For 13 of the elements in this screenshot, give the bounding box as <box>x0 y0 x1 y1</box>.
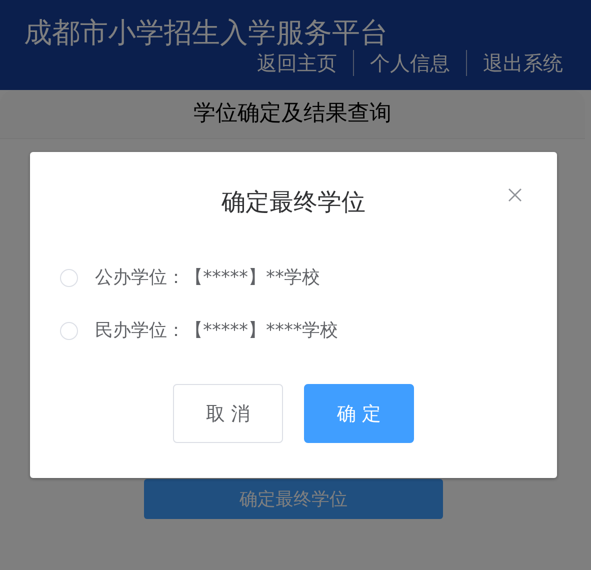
close-icon[interactable] <box>508 188 522 202</box>
final-place-button[interactable]: 确定最终学位 <box>144 479 443 519</box>
confirm-button[interactable]: 确 定 <box>304 384 414 443</box>
radio-button[interactable] <box>60 268 78 286</box>
option-label: 公办学位：【*****】**学校 <box>95 266 320 290</box>
cancel-button[interactable]: 取 消 <box>173 384 283 443</box>
site-title: 成都市小学招生入学服务平台 <box>24 16 389 50</box>
dialog-title: 确定最终学位 <box>222 187 366 218</box>
nav-link[interactable]: 返回主页 <box>257 50 337 76</box>
option-label: 民办学位：【*****】****学校 <box>95 319 338 343</box>
nav-link[interactable]: 退出系统 <box>466 50 563 76</box>
radio-button[interactable] <box>60 322 78 340</box>
nav-link[interactable]: 个人信息 <box>353 50 450 76</box>
